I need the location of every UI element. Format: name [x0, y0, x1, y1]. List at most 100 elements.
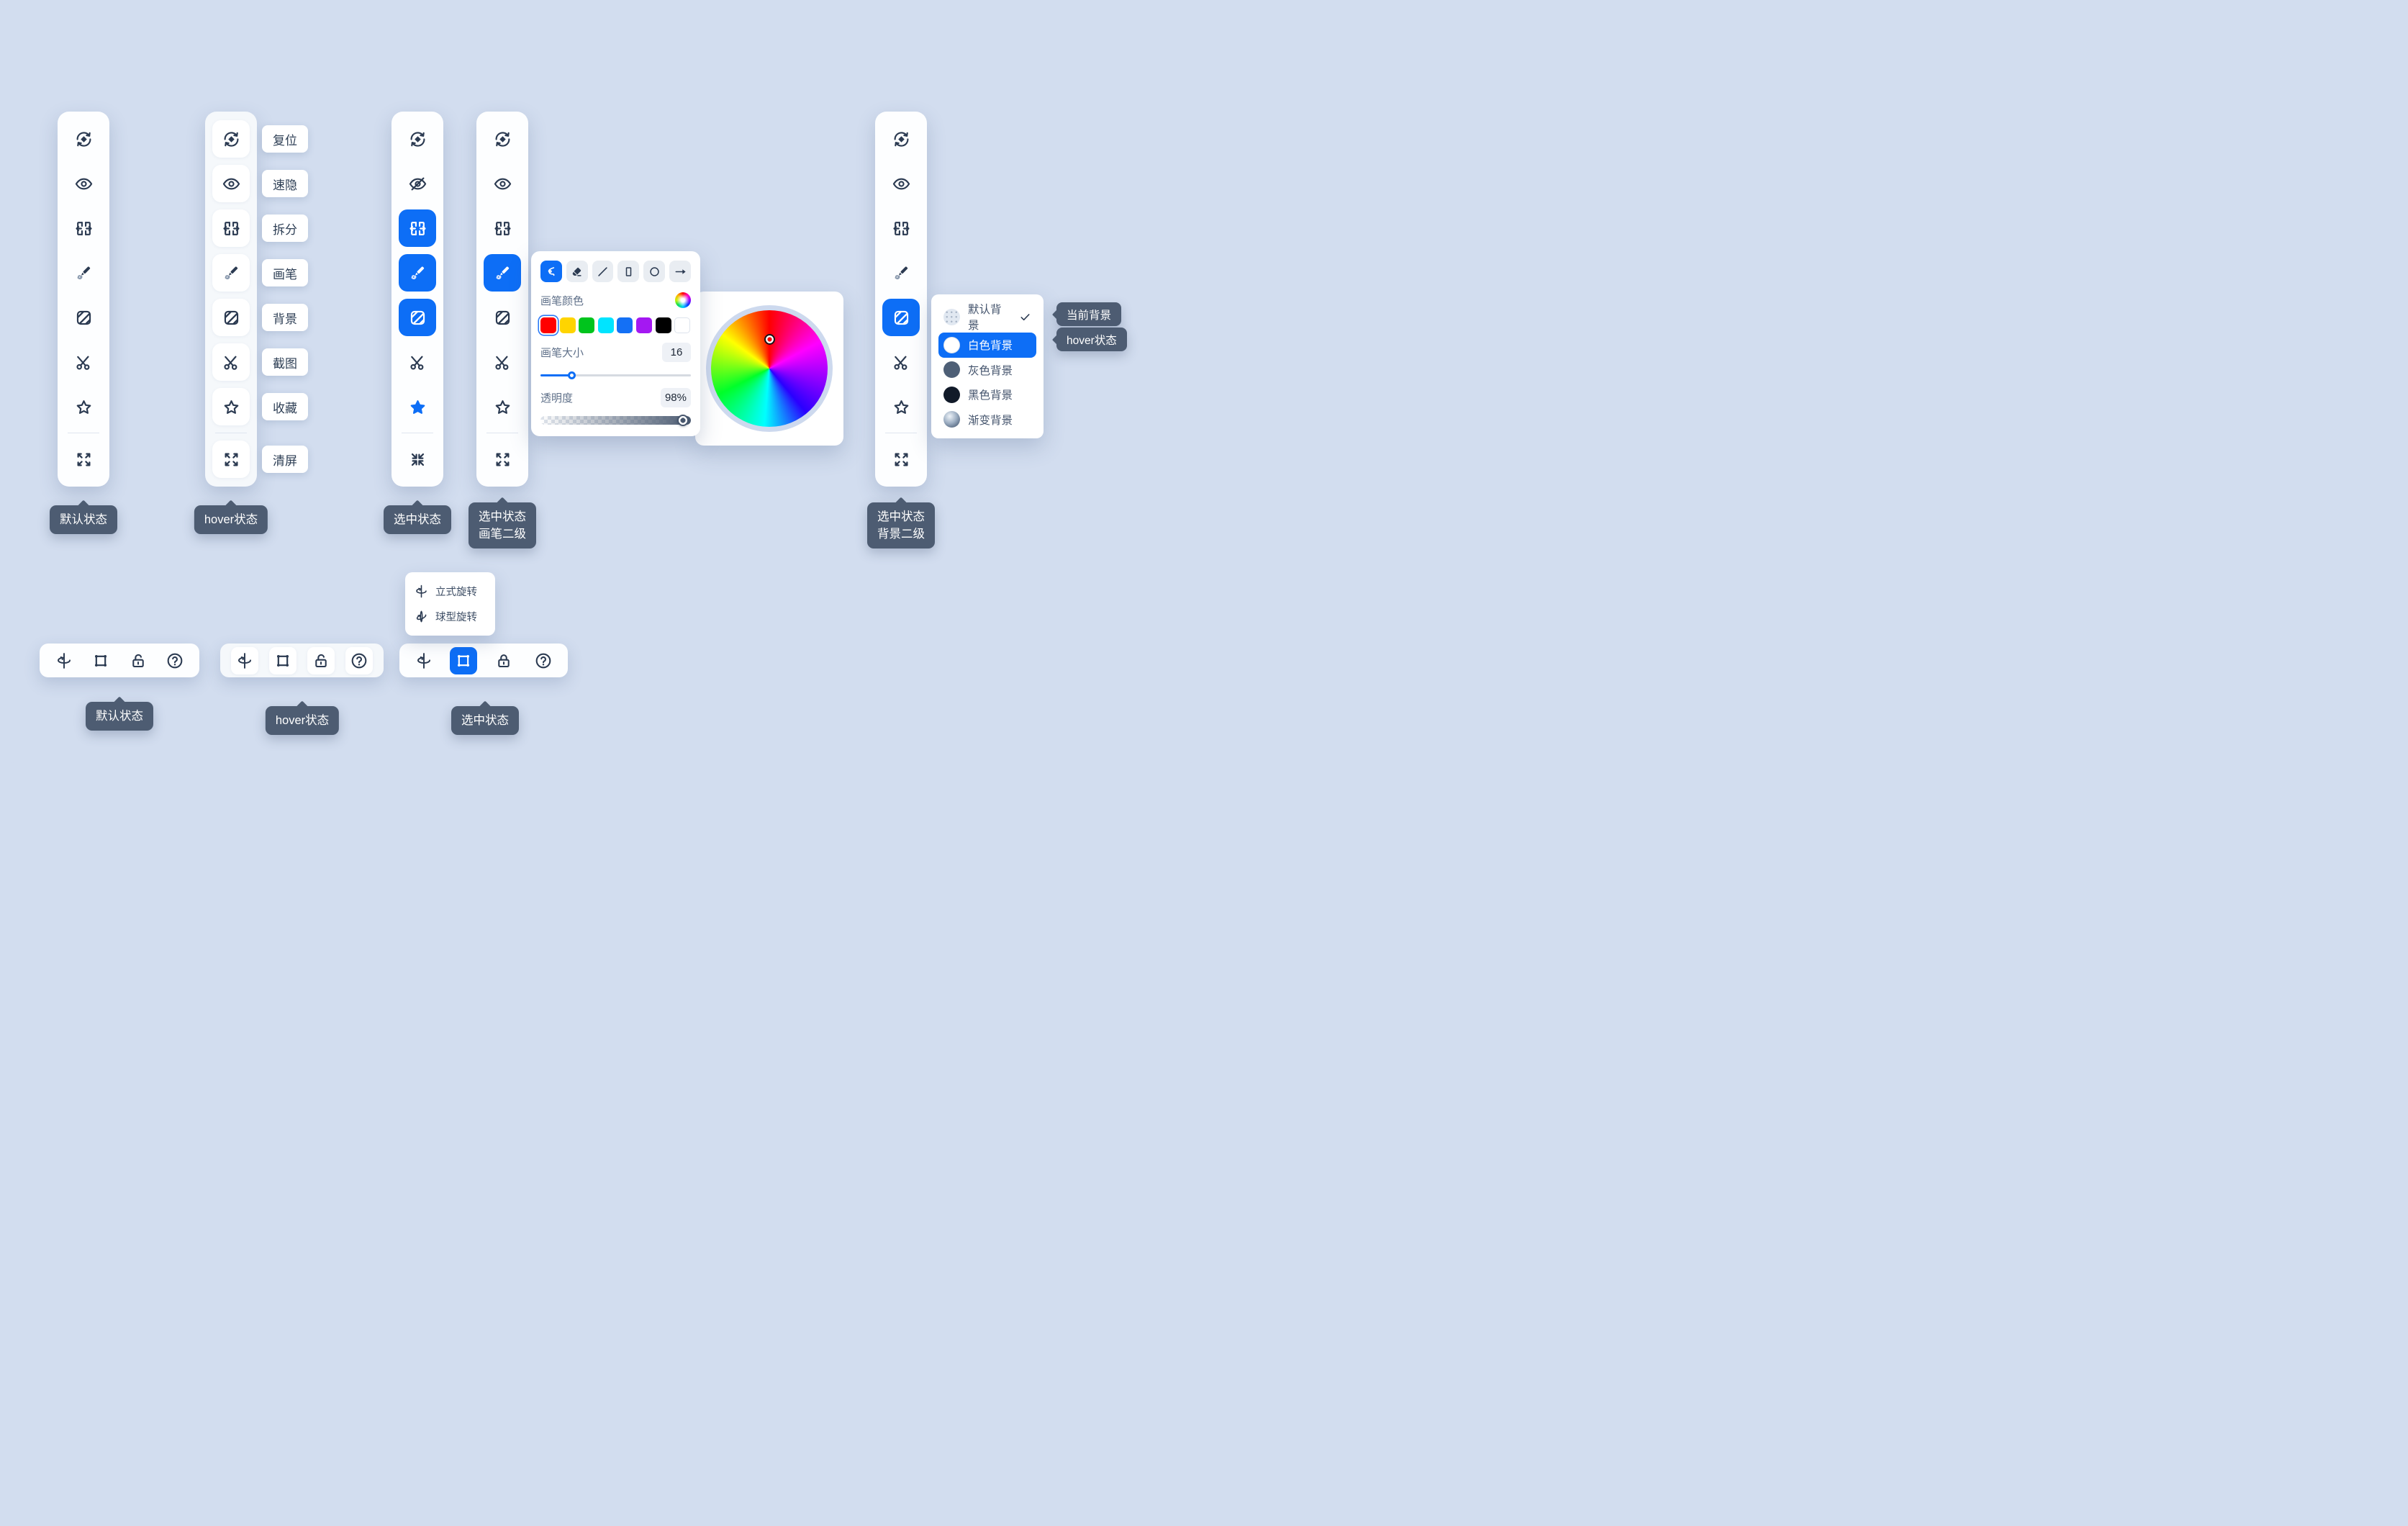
brush-button[interactable] [399, 254, 436, 292]
popup-item-rotate-y[interactable]: 立式旋转 [414, 584, 486, 599]
menu-item-gradient-background[interactable]: 渐变背景 [938, 407, 1036, 433]
arrow-tool-button[interactable] [669, 261, 691, 282]
scissors-button[interactable] [399, 343, 436, 381]
rotate-y-icon [235, 651, 254, 670]
rect-tool-button[interactable] [617, 261, 639, 282]
badge-arrow [78, 500, 90, 513]
split-button[interactable] [65, 209, 102, 247]
background-button[interactable] [882, 299, 920, 336]
squiggle-tool-button[interactable] [540, 261, 562, 282]
circle-tool-button[interactable] [643, 261, 665, 282]
eye-button[interactable] [484, 165, 521, 202]
eye-button[interactable] [65, 165, 102, 202]
menu-item-label: 白色背景 [968, 337, 1013, 353]
star-button[interactable] [65, 388, 102, 425]
scissors-icon [892, 353, 911, 372]
split-button[interactable] [484, 209, 521, 247]
pill-row: 画笔 [262, 254, 308, 292]
frame-button[interactable] [450, 647, 477, 674]
background-button[interactable] [399, 299, 436, 336]
reset-button[interactable] [484, 120, 521, 158]
help-button[interactable] [345, 647, 373, 674]
frame-button[interactable] [269, 647, 297, 674]
brush-icon [222, 263, 241, 283]
background-button[interactable] [484, 299, 521, 336]
split-button[interactable] [882, 209, 920, 247]
brush-button[interactable] [882, 254, 920, 292]
eye-off-icon [408, 174, 427, 194]
pill-row: 复位 [262, 120, 308, 158]
menu-item-dotted-background[interactable]: 默认背景 [938, 301, 1036, 333]
lock-open-icon [129, 651, 148, 670]
star-button[interactable] [484, 388, 521, 425]
split-button[interactable] [212, 209, 250, 247]
eye-icon [222, 174, 241, 194]
scissors-button[interactable] [212, 343, 250, 381]
scissors-button[interactable] [65, 343, 102, 381]
opacity-knob[interactable] [677, 415, 689, 426]
slider-knob[interactable] [568, 371, 576, 379]
lock-open-button[interactable] [125, 647, 152, 674]
rotate-y-button[interactable] [231, 647, 258, 674]
expand-button[interactable] [484, 441, 521, 478]
frame-button[interactable] [87, 647, 114, 674]
expand-button[interactable] [212, 441, 250, 478]
split-button[interactable] [399, 209, 436, 247]
background-button[interactable] [65, 299, 102, 336]
collapse-button[interactable] [399, 441, 436, 478]
star-filled-button[interactable] [399, 388, 436, 425]
eraser-tool-button[interactable] [566, 261, 588, 282]
lock-open-button[interactable] [307, 647, 335, 674]
brush-button[interactable] [65, 254, 102, 292]
color-swatch[interactable] [674, 317, 690, 333]
menu-item-gray-background[interactable]: 灰色背景 [938, 358, 1036, 383]
color-swatch[interactable] [598, 317, 614, 333]
brush-button[interactable] [212, 254, 250, 292]
star-button[interactable] [882, 388, 920, 425]
color-swatch[interactable] [656, 317, 671, 333]
rotate-y-button[interactable] [50, 647, 78, 674]
brush-size-slider[interactable] [540, 371, 691, 379]
eraser-icon [570, 265, 584, 279]
rotate-y-button[interactable] [410, 647, 438, 674]
brush-size-value: 16 [662, 343, 691, 362]
state-badge: 选中状态背景二级 [867, 502, 935, 548]
star-button[interactable] [212, 388, 250, 425]
split-icon [892, 219, 911, 238]
scissors-button[interactable] [882, 343, 920, 381]
eye-button[interactable] [882, 165, 920, 202]
opacity-slider[interactable] [540, 415, 691, 426]
lock-closed-button[interactable] [490, 647, 517, 674]
color-swatch[interactable] [579, 317, 594, 333]
opacity-label: 透明度 [540, 390, 573, 405]
color-wheel-marker[interactable] [764, 334, 775, 345]
color-swatch[interactable] [636, 317, 652, 333]
line-tool-button[interactable] [592, 261, 614, 282]
eye-button[interactable] [212, 165, 250, 202]
help-button[interactable] [530, 647, 557, 674]
expand-button[interactable] [65, 441, 102, 478]
toolbar-selected-state-brush-level2 [476, 112, 528, 487]
tooltip-left-arrow [1052, 309, 1062, 319]
scissors-button[interactable] [484, 343, 521, 381]
reset-button[interactable] [212, 120, 250, 158]
color-swatch[interactable] [540, 317, 556, 333]
menu-item-white-background[interactable]: 白色背景 [938, 333, 1036, 358]
eye-off-button[interactable] [399, 165, 436, 202]
reset-button[interactable] [882, 120, 920, 158]
badge-arrow [497, 497, 509, 510]
slider-fill [540, 374, 572, 376]
color-swatch[interactable] [560, 317, 576, 333]
expand-button[interactable] [882, 441, 920, 478]
color-swatch[interactable] [617, 317, 633, 333]
brush-button[interactable] [484, 254, 521, 292]
color-wheel-icon[interactable] [675, 292, 691, 308]
reset-button[interactable] [65, 120, 102, 158]
popup-item-rotate-sphere[interactable]: 球型旋转 [414, 609, 486, 624]
reset-button[interactable] [399, 120, 436, 158]
background-button[interactable] [212, 299, 250, 336]
expand-icon [74, 450, 94, 469]
menu-item-black-background[interactable]: 黑色背景 [938, 382, 1036, 407]
color-wheel[interactable] [706, 305, 833, 432]
help-button[interactable] [161, 647, 189, 674]
